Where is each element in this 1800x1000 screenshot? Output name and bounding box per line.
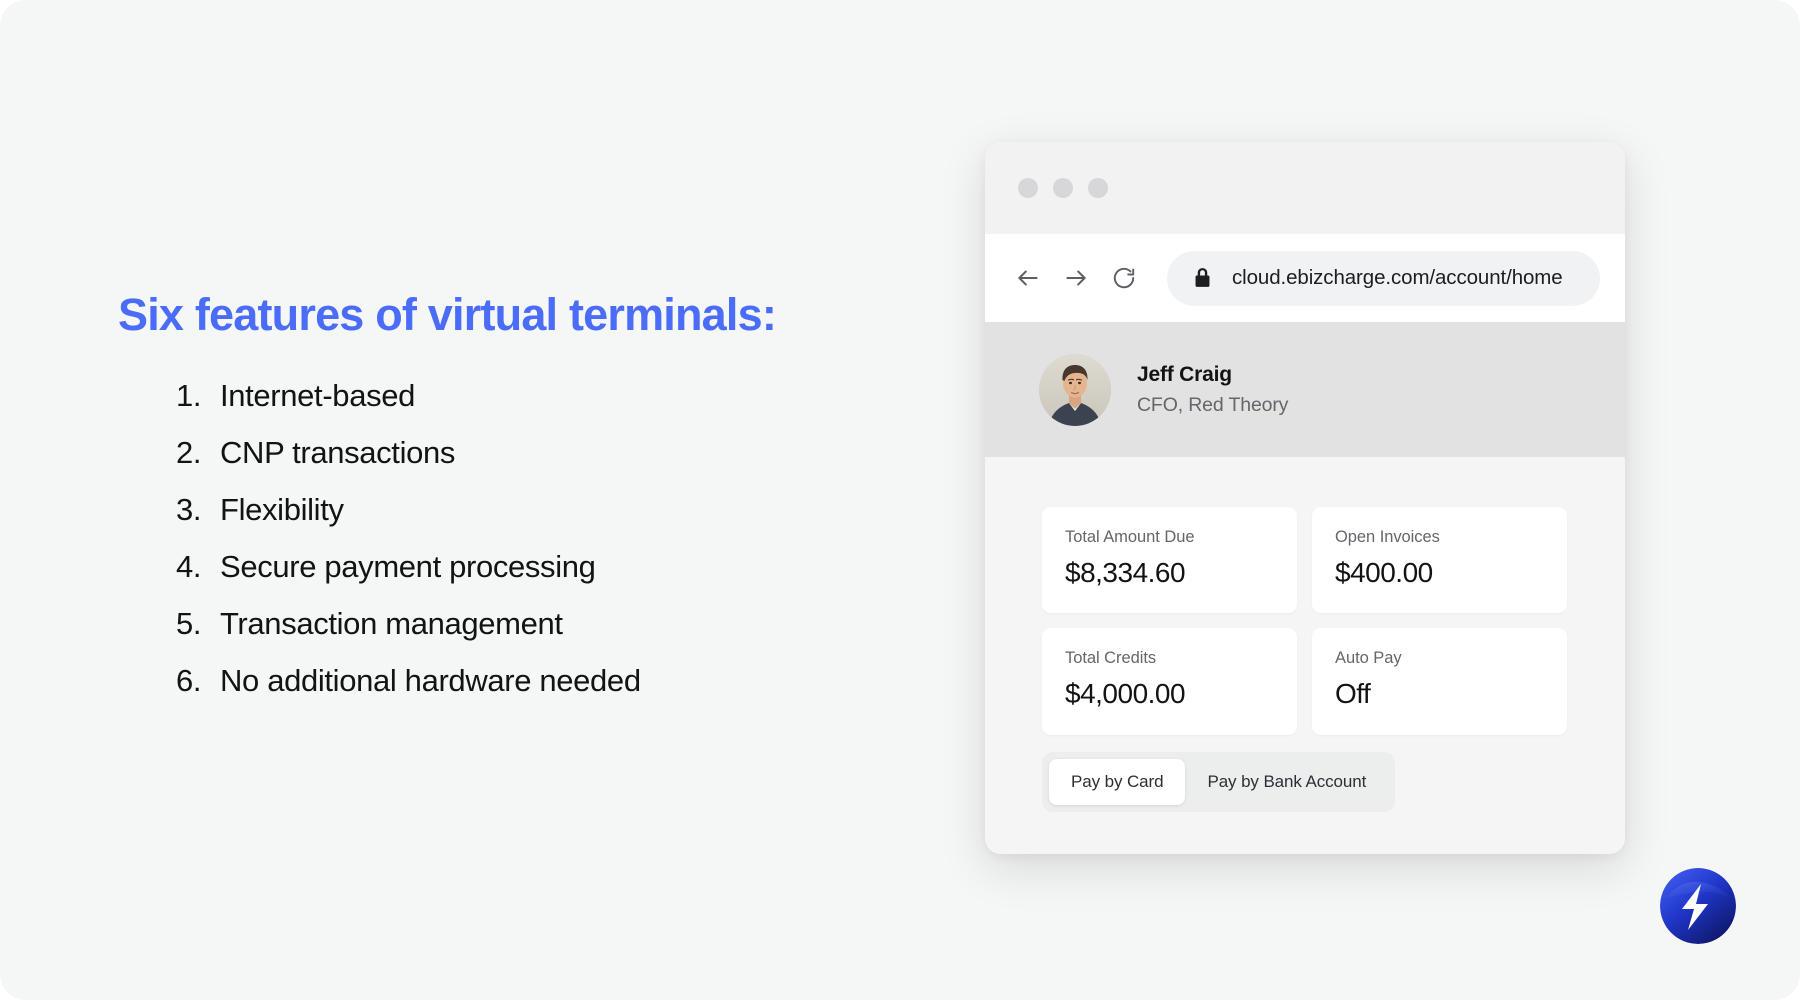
list-item-label: CNP transactions [220,435,456,471]
stat-value: $8,334.60 [1065,556,1186,588]
feature-list: 1. Internet-based 2. CNP transactions 3.… [118,380,908,696]
stat-value: Off [1335,678,1371,710]
stat-card-open-invoices: Open Invoices $400.00 [1312,507,1567,614]
list-item-number: 4. [176,549,202,585]
url-text: cloud.ebizcharge.com/account/home [1232,266,1563,289]
list-item: 2. CNP transactions [176,437,908,468]
list-item-number: 2. [176,435,202,471]
profile-role: CFO, Red Theory [1137,394,1289,417]
browser-window-mockup: cloud.ebizcharge.com/account/home Jeff C… [985,142,1625,854]
stat-label: Open Invoices [1335,528,1440,546]
account-profile-header: Jeff Craig CFO, Red Theory [985,322,1625,457]
list-item: 1. Internet-based [176,380,908,411]
avatar [1039,353,1111,426]
stat-label: Auto Pay [1335,649,1402,668]
browser-title-bar [985,142,1625,234]
lock-icon [1193,267,1212,289]
profile-text: Jeff Craig CFO, Red Theory [1137,361,1288,419]
stat-label: Total Amount Due [1065,528,1195,546]
stat-card-total-amount-due: Total Amount Due $8,334.60 [1042,507,1297,614]
reload-icon[interactable] [1111,265,1137,291]
stat-value: $4,000.00 [1065,678,1186,710]
page-content: Jeff Craig CFO, Red Theory Total Amount … [985,322,1625,854]
browser-nav-bar: cloud.ebizcharge.com/account/home [985,234,1625,322]
tab-pay-by-card[interactable]: Pay by Card [1049,759,1186,805]
window-minimize-dot[interactable] [1053,178,1073,198]
stat-label: Total Credits [1065,649,1157,668]
list-item-number: 3. [176,492,202,528]
list-item: 4. Secure payment processing [176,551,908,582]
list-item-number: 1. [176,378,202,414]
list-item: 6. No additional hardware needed [176,665,908,696]
address-bar[interactable]: cloud.ebizcharge.com/account/home [1167,250,1600,306]
list-item-label: No additional hardware needed [220,663,641,699]
slide-canvas: Six features of virtual terminals: 1. In… [0,0,1800,1000]
forward-arrow-icon[interactable] [1063,265,1089,291]
list-item-number: 5. [176,606,202,642]
list-item-label: Internet-based [220,378,416,414]
profile-name: Jeff Craig [1137,362,1232,386]
list-item-number: 6. [176,663,202,699]
stat-card-total-credits: Total Credits $4,000.00 [1042,628,1297,735]
list-item: 3. Flexibility [176,494,908,525]
account-stats-grid: Total Amount Due $8,334.60 Open Invoices… [985,507,1625,735]
back-arrow-icon[interactable] [1015,265,1041,291]
payment-method-toggle: Pay by Card Pay by Bank Account [1042,752,1396,812]
stat-card-auto-pay: Auto Pay Off [1312,628,1567,735]
page-title: Six features of virtual terminals: [118,289,777,340]
list-item-label: Secure payment processing [220,549,596,585]
list-item: 5. Transaction management [176,608,908,639]
tab-pay-by-bank-account[interactable]: Pay by Bank Account [1185,759,1388,805]
list-item-label: Transaction management [220,606,563,642]
window-close-dot[interactable] [1018,178,1038,198]
content-column: Six features of virtual terminals: 1. In… [118,289,908,722]
brand-logo-icon [1660,868,1736,944]
window-maximize-dot[interactable] [1088,178,1108,198]
stat-value: $400.00 [1335,556,1433,588]
list-item-label: Flexibility [220,492,344,528]
